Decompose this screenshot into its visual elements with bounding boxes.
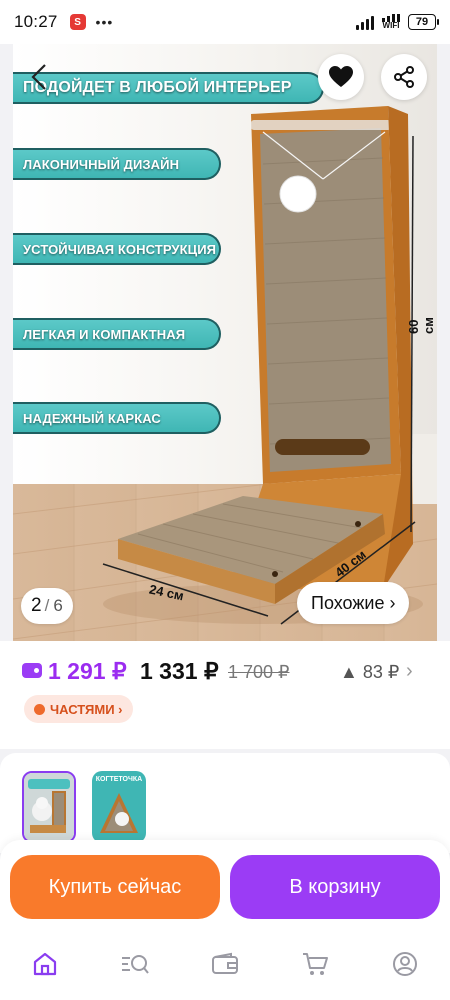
similar-button[interactable]: Похожие ›: [297, 582, 410, 624]
installments-icon: [34, 703, 45, 715]
dimension-height: 60 см: [406, 317, 436, 334]
banner-design: ЛАКОНИЧНЫЙ ДИЗАЙН: [13, 148, 221, 180]
cart-icon: [303, 953, 328, 975]
purchase-action-bar: Купить сейчас В корзину: [0, 840, 450, 932]
nav-profile[interactable]: [385, 944, 425, 984]
wifi-label: WIFI: [382, 21, 400, 30]
product-image-gallery[interactable]: ПОДОЙДЕТ В ЛЮБОЙ ИНТЕРЬЕР ЛАКОНИЧНЫЙ ДИЗ…: [13, 44, 437, 641]
battery-level: 79: [415, 16, 429, 28]
favorite-button[interactable]: [318, 54, 364, 100]
back-button[interactable]: [27, 62, 55, 102]
chevron-left-icon: [31, 64, 46, 90]
installments-label: ЧАСТЯМИ ›: [50, 701, 123, 717]
app-notification-icon: S: [69, 14, 86, 30]
product-page: 10:27 S ••• WIFI 79 ПОДОЙДЕТ В ЛЮБОЙ ИНТ…: [0, 0, 450, 1000]
catalog-search-icon: [122, 955, 149, 974]
battery-icon: 79: [408, 14, 439, 30]
profile-icon: [393, 952, 417, 976]
status-bar: 10:27 S ••• WIFI 79: [0, 0, 450, 44]
banner-interior: ПОДОЙДЕТ В ЛЮБОЙ ИНТЕРЬЕР: [13, 72, 324, 104]
price-drop[interactable]: ▲ 83 ₽: [340, 662, 399, 683]
nav-home[interactable]: [25, 944, 65, 984]
pager-separator: /: [44, 596, 50, 615]
price-chevron-icon[interactable]: ›: [406, 660, 413, 683]
banner-stability: УСТОЙЧИВАЯ КОНСТРУКЦИЯ: [13, 233, 221, 265]
regular-price: 1 331 ₽: [140, 658, 219, 684]
banner-compact: ЛЕГКАЯ И КОМПАКТНАЯ: [13, 318, 221, 350]
status-indicators: WIFI 79: [356, 14, 439, 30]
banner-frame: НАДЕЖНЫЙ КАРКАС: [13, 402, 221, 434]
wallet-price[interactable]: 1 291 ₽: [48, 658, 127, 685]
image-pager: 2 / 6: [21, 588, 73, 624]
nav-catalog[interactable]: [115, 944, 155, 984]
buy-now-button[interactable]: Купить сейчас: [10, 855, 220, 919]
wallet-price-icon: [22, 663, 42, 678]
wallet-icon: [212, 952, 238, 974]
pager-current: 2: [31, 595, 42, 616]
nav-cart[interactable]: [295, 944, 335, 984]
status-time: 10:27: [14, 12, 58, 31]
price-card: 1 291 ₽ 1 331 ₽ 1 700 ₽ ▲ 83 ₽ › ЧАСТЯМИ…: [0, 641, 450, 749]
old-price: 1 700 ₽: [228, 662, 290, 682]
heart-icon: [329, 66, 353, 87]
share-button[interactable]: [381, 54, 427, 100]
variant-thumbnail-1[interactable]: [22, 771, 76, 843]
more-notifications-icon: •••: [95, 14, 114, 30]
add-to-cart-button[interactable]: В корзину: [230, 855, 440, 919]
wifi-icon: WIFI: [382, 14, 400, 30]
share-icon: [394, 66, 414, 88]
nav-wallet[interactable]: [205, 944, 245, 984]
variant-image-1: [24, 773, 74, 841]
variants-card: КОГТЕТОЧКА: [0, 753, 450, 853]
pager-total: 6: [53, 596, 63, 615]
installments-button[interactable]: ЧАСТЯМИ ›: [24, 695, 133, 723]
variant-caption: КОГТЕТОЧКА: [95, 776, 143, 783]
bottom-navigation: [0, 932, 450, 1000]
home-icon: [33, 952, 57, 976]
variant-thumbnail-2[interactable]: КОГТЕТОЧКА: [92, 771, 146, 843]
signal-icon: [356, 14, 374, 30]
